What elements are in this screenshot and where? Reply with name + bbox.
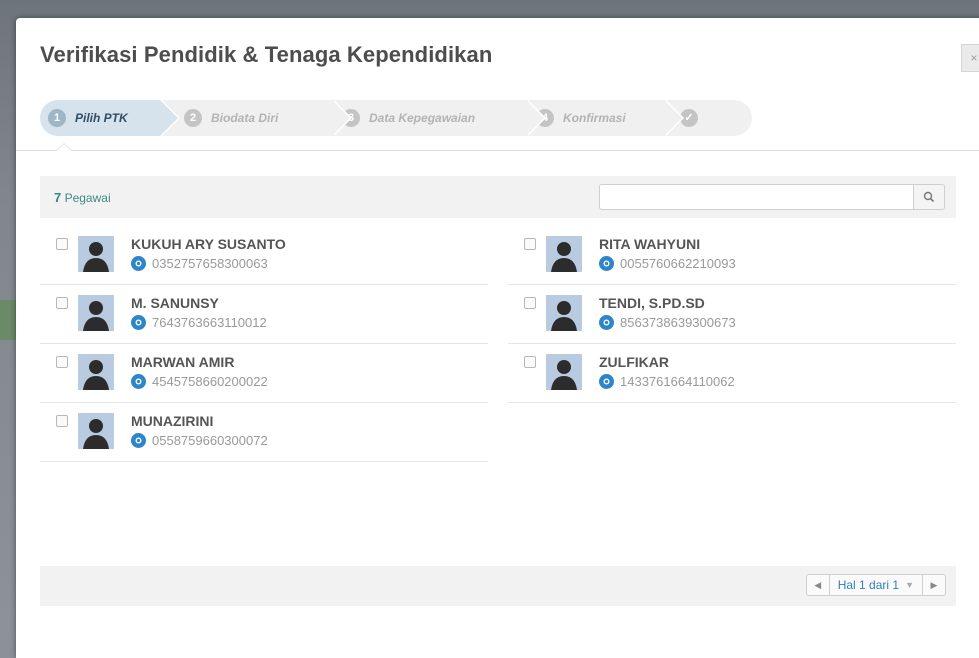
caret-left-icon: ◀ <box>814 579 822 590</box>
id-badge-icon <box>599 315 614 330</box>
wizard-step-biodata-diri[interactable]: 2 Biodata Diri <box>162 100 352 136</box>
select-checkbox[interactable] <box>56 415 68 427</box>
avatar <box>78 236 114 272</box>
employee-item[interactable]: MUNAZIRINI 0558759660300072 <box>40 403 488 462</box>
list-footer: ◀ Hal 1 dari 1 ▼ ▶ <box>40 566 956 606</box>
id-badge-icon <box>599 374 614 389</box>
employee-item[interactable]: KUKUH ARY SUSANTO 0352757658300063 <box>40 226 488 285</box>
employee-name: ZULFIKAR <box>599 354 669 370</box>
id-badge-icon <box>131 256 146 271</box>
employee-id: 7643763663110012 <box>152 315 267 330</box>
search-input[interactable] <box>600 185 912 207</box>
employee-id: 0558759660300072 <box>152 433 268 448</box>
step-label: Pilih PTK <box>75 111 128 125</box>
id-badge-icon <box>131 433 146 448</box>
employee-id-row: 4545758660200022 <box>131 374 268 389</box>
id-badge-icon <box>131 374 146 389</box>
avatar <box>78 413 114 449</box>
avatar <box>78 354 114 390</box>
chevron-down-icon: ▼ <box>905 580 914 590</box>
close-button[interactable]: × <box>961 44 979 72</box>
employee-name: MUNAZIRINI <box>131 413 214 429</box>
active-step-pointer <box>56 143 72 151</box>
next-page-button[interactable]: ▶ <box>922 574 946 596</box>
employee-id: 4545758660200022 <box>152 374 268 389</box>
employee-item[interactable]: M. SANUNSY 7643763663110012 <box>40 285 488 344</box>
employee-count: 7 Pegawai <box>54 190 111 205</box>
avatar <box>546 236 582 272</box>
employee-item[interactable]: ZULFIKAR 1433761664110062 <box>508 344 956 403</box>
employee-id-row: 0352757658300063 <box>131 256 268 271</box>
step-label: Data Kepegawaian <box>369 111 476 125</box>
list-toolbar: 7 Pegawai <box>40 176 956 218</box>
employee-item[interactable]: MARWAN AMIR 4545758660200022 <box>40 344 488 403</box>
employee-id: 8563738639300673 <box>620 315 736 330</box>
step-number: 1 <box>48 109 66 127</box>
employee-id-row: 8563738639300673 <box>599 315 736 330</box>
wizard-step-pilih-ptk[interactable]: 1 Pilih PTK <box>40 100 180 136</box>
select-checkbox[interactable] <box>56 238 68 250</box>
search-icon <box>923 191 935 203</box>
modal-title: Verifikasi Pendidik & Tenaga Kependidika… <box>40 42 493 67</box>
employee-count-value: 7 <box>54 190 62 205</box>
employee-name: M. SANUNSY <box>131 295 219 311</box>
select-checkbox[interactable] <box>524 356 536 368</box>
employee-id-row: 0055760662210093 <box>599 256 736 271</box>
employee-id-row: 1433761664110062 <box>599 374 735 389</box>
caret-right-icon: ▶ <box>930 579 938 590</box>
select-checkbox[interactable] <box>56 356 68 368</box>
page-label: Hal 1 dari 1 <box>837 578 900 592</box>
employee-item[interactable]: RITA WAHYUNI 0055760662210093 <box>508 226 956 285</box>
employee-count-label: Pegawai <box>64 191 111 205</box>
backdrop-fragment <box>0 300 16 340</box>
employee-name: RITA WAHYUNI <box>599 236 701 252</box>
employee-id-row: 0558759660300072 <box>131 433 268 448</box>
employee-id: 0352757658300063 <box>152 256 268 271</box>
id-badge-icon <box>131 315 146 330</box>
search-box <box>599 184 945 210</box>
employee-name: KUKUH ARY SUSANTO <box>131 236 286 252</box>
employee-item[interactable]: TENDI, S.PD.SD 8563738639300673 <box>508 285 956 344</box>
step-label: Konfirmasi <box>563 111 626 125</box>
employee-id: 0055760662210093 <box>620 256 736 271</box>
pagination: ◀ Hal 1 dari 1 ▼ ▶ <box>805 574 946 596</box>
avatar <box>546 295 582 331</box>
select-checkbox[interactable] <box>524 297 536 309</box>
id-badge-icon <box>599 256 614 271</box>
employee-name: TENDI, S.PD.SD <box>599 295 705 311</box>
employee-name: MARWAN AMIR <box>131 354 235 370</box>
select-checkbox[interactable] <box>524 238 536 250</box>
step-label: Biodata Diri <box>211 111 279 125</box>
employee-id: 1433761664110062 <box>620 374 735 389</box>
modal-header: Verifikasi Pendidik & Tenaga Kependidika… <box>16 18 979 151</box>
search-button[interactable] <box>913 185 944 209</box>
step-number: 2 <box>184 109 202 127</box>
prev-page-button[interactable]: ◀ <box>805 574 830 596</box>
select-checkbox[interactable] <box>56 297 68 309</box>
verification-modal: Verifikasi Pendidik & Tenaga Kependidika… <box>16 18 979 658</box>
avatar <box>546 354 582 390</box>
employee-id-row: 7643763663110012 <box>131 315 267 330</box>
page-select[interactable]: Hal 1 dari 1 ▼ <box>829 574 922 596</box>
avatar <box>78 295 114 331</box>
